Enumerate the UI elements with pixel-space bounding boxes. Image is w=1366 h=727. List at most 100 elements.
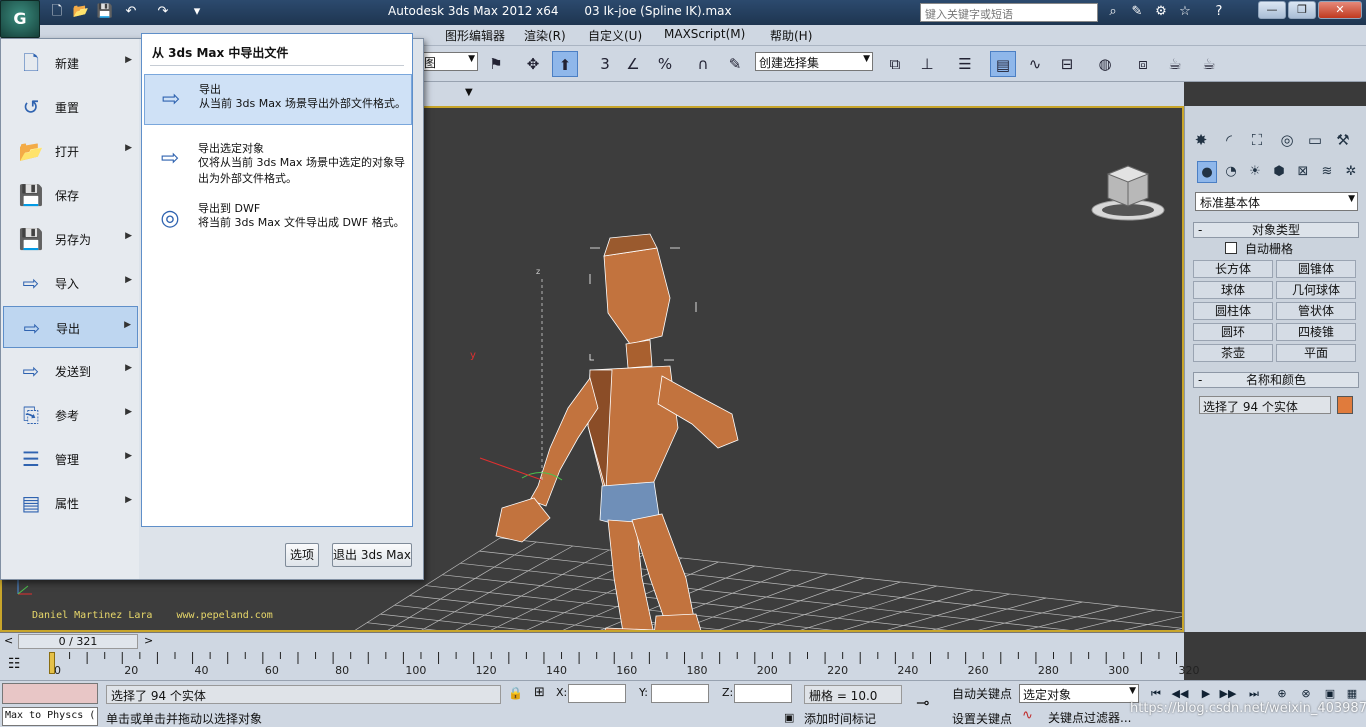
percent-snap-icon[interactable]: % — [652, 51, 678, 77]
export-submenu-item[interactable]: ◎ 导出到 DWF 将当前 3ds Max 文件导出成 DWF 格式。 — [144, 194, 412, 245]
prev-key-icon[interactable]: ◀◀ — [1170, 685, 1190, 702]
time-slider-thumb[interactable]: 0 / 321 — [18, 634, 138, 649]
application-button[interactable]: G — [0, 0, 40, 38]
next-key-icon[interactable]: ▶▶ — [1218, 685, 1238, 702]
key-filters-button[interactable]: 关键点过滤器... — [1048, 709, 1131, 726]
new-icon[interactable]: 🗋 — [48, 3, 66, 21]
cylinder-button[interactable]: 圆柱体 — [1193, 302, 1273, 320]
play-icon[interactable]: ▶ — [1196, 685, 1216, 702]
snap-3d-icon[interactable]: 3 — [592, 51, 618, 77]
app-menu-item[interactable]: 📂 打开 ▶ — [3, 130, 138, 172]
time-tag-icon[interactable]: ▣ — [784, 711, 794, 724]
tube-button[interactable]: 管状体 — [1276, 302, 1356, 320]
render-setup-icon[interactable]: ⧈ — [1130, 51, 1156, 77]
go-to-end-icon[interactable]: ⏭ — [1244, 685, 1264, 702]
menu-graph-editors[interactable]: 图形编辑器 — [445, 27, 505, 44]
app-menu-item[interactable]: ↺ 重置 — [3, 86, 138, 128]
maxscript-mini-listener[interactable]: Max to Physcs ( — [2, 707, 98, 726]
help-icon[interactable]: ? — [1210, 3, 1228, 21]
cone-button[interactable]: 圆锥体 — [1276, 260, 1356, 278]
key-icon[interactable]: ✎ — [1128, 3, 1146, 21]
teapot-button[interactable]: 茶壶 — [1193, 344, 1273, 362]
manipulate-icon[interactable]: ⬆ — [552, 51, 578, 77]
menu-maxscript[interactable]: MAXScript(M) — [664, 27, 745, 41]
app-menu-item[interactable]: ⇨ 导出 ▶ — [3, 306, 138, 348]
pivot-icon[interactable]: ⚑ — [483, 51, 509, 77]
app-menu-item[interactable]: ⎘ 参考 ▶ — [3, 394, 138, 436]
y-coord-field[interactable] — [651, 684, 709, 703]
box-button[interactable]: 长方体 — [1193, 260, 1273, 278]
absolute-mode-icon[interactable]: ⊞ — [534, 685, 545, 700]
schematic-view-icon[interactable]: ⊟ — [1054, 51, 1080, 77]
pyramid-button[interactable]: 四棱锥 — [1276, 323, 1356, 341]
save-icon[interactable]: 💾 — [96, 3, 114, 21]
object-name-field[interactable]: 选择了 94 个实体 — [1199, 396, 1331, 414]
exit-3dsmax-button[interactable]: 退出 3ds Max — [332, 543, 412, 567]
geometry-icon[interactable]: ● — [1197, 161, 1217, 183]
z-coord-field[interactable] — [734, 684, 792, 703]
object-category-dropdown[interactable]: 标准基本体 ▼ — [1195, 192, 1358, 211]
display-tab-icon[interactable]: ▭ — [1303, 128, 1327, 152]
next-frame-button[interactable]: > — [144, 634, 153, 647]
reference-coord-dropdown[interactable]: 图 ▼ — [420, 52, 478, 71]
maxscript-listener-box[interactable] — [2, 683, 98, 704]
set-key-icon[interactable]: ⊸ — [916, 693, 929, 712]
cameras-icon[interactable]: ⬢ — [1269, 161, 1289, 183]
app-menu-item[interactable]: 💾 保存 — [3, 174, 138, 216]
viewcube-icon[interactable] — [1090, 160, 1170, 230]
app-menu-item[interactable]: 💾 另存为 ▶ — [3, 218, 138, 260]
search-input[interactable]: 键入关键字或短语 — [920, 3, 1098, 22]
auto-key-button[interactable]: 自动关键点 — [952, 685, 1012, 702]
go-to-start-icon[interactable]: ⏮ — [1146, 685, 1166, 702]
modify-tab-icon[interactable]: ◜ — [1217, 128, 1241, 152]
geosphere-button[interactable]: 几何球体 — [1276, 281, 1356, 299]
curve-editor-icon[interactable]: ∿ — [1022, 51, 1048, 77]
layer-manager-icon[interactable]: ☰ — [952, 51, 978, 77]
restore-button[interactable]: ❐ — [1288, 1, 1316, 19]
time-slider[interactable]: < 0 / 321 > — [0, 632, 1184, 650]
lock-icon[interactable]: 🔒 — [508, 686, 523, 700]
lights-icon[interactable]: ☀ — [1245, 161, 1265, 183]
app-menu-item[interactable]: ⇨ 导入 ▶ — [3, 262, 138, 304]
angle-snap-icon[interactable]: ∠ — [620, 51, 646, 77]
named-selection-set-dropdown[interactable]: 创建选择集 ▼ — [755, 52, 873, 71]
set-key-button[interactable]: 设置关键点 — [952, 710, 1012, 727]
export-submenu-item[interactable]: ⇨ 导出 从当前 3ds Max 场景导出外部文件格式。 — [144, 74, 412, 125]
create-tab-icon[interactable]: ✸ — [1189, 128, 1213, 152]
mirror-icon[interactable]: ⧉ — [882, 51, 908, 77]
x-coord-field[interactable] — [568, 684, 626, 703]
favorites-icon[interactable]: ☆ — [1176, 3, 1194, 21]
app-menu-item[interactable]: ⇨ 发送到 ▶ — [3, 350, 138, 392]
move-gizmo-icon[interactable]: ✥ — [520, 51, 546, 77]
systems-icon[interactable]: ✲ — [1341, 161, 1361, 183]
helpers-icon[interactable]: ⊠ — [1293, 161, 1313, 183]
plane-button[interactable]: 平面 — [1276, 344, 1356, 362]
app-menu-item[interactable]: 🗋 新建 ▶ — [3, 42, 138, 84]
zoom-extents-all-icon[interactable]: ▦ — [1342, 685, 1362, 702]
qa-dropdown-icon[interactable]: ▾ — [188, 3, 206, 21]
open-icon[interactable]: 📂 — [72, 3, 90, 21]
autogrid-checkbox[interactable] — [1225, 242, 1237, 254]
options-button[interactable]: 选项 — [285, 543, 319, 567]
close-button[interactable]: ✕ — [1318, 1, 1362, 19]
menu-help[interactable]: 帮助(H) — [770, 27, 812, 44]
key-selection-dropdown[interactable]: 选定对象 ▼ — [1019, 684, 1139, 703]
prev-frame-button[interactable]: < — [4, 634, 13, 647]
exchange-icon[interactable]: ⚙ — [1152, 3, 1170, 21]
torus-button[interactable]: 圆环 — [1193, 323, 1273, 341]
menu-customize[interactable]: 自定义(U) — [588, 27, 642, 44]
rendered-frame-icon[interactable]: ☕ — [1162, 51, 1188, 77]
undo-icon[interactable]: ↶ — [122, 3, 140, 21]
export-submenu-item[interactable]: ⇨ 导出选定对象 仅将从当前 3ds Max 场景中选定的对象导出为外部文件格式。 — [144, 134, 412, 185]
zoom-extents-icon[interactable]: ▣ — [1320, 685, 1340, 702]
minimize-button[interactable]: — — [1258, 1, 1286, 19]
binoculars-icon[interactable]: ⌕ — [1104, 3, 1122, 21]
material-editor-icon[interactable]: ◍ — [1092, 51, 1118, 77]
menu-rendering[interactable]: 渲染(R) — [524, 27, 566, 44]
redo-icon[interactable]: ↷ — [154, 3, 172, 21]
add-time-tag-button[interactable]: 添加时间标记 — [804, 710, 876, 727]
align-icon[interactable]: ⊥ — [914, 51, 940, 77]
shapes-icon[interactable]: ◔ — [1221, 161, 1241, 183]
zoom-all-icon[interactable]: ⊗ — [1296, 685, 1316, 702]
app-menu-item[interactable]: ☰ 管理 ▶ — [3, 438, 138, 480]
